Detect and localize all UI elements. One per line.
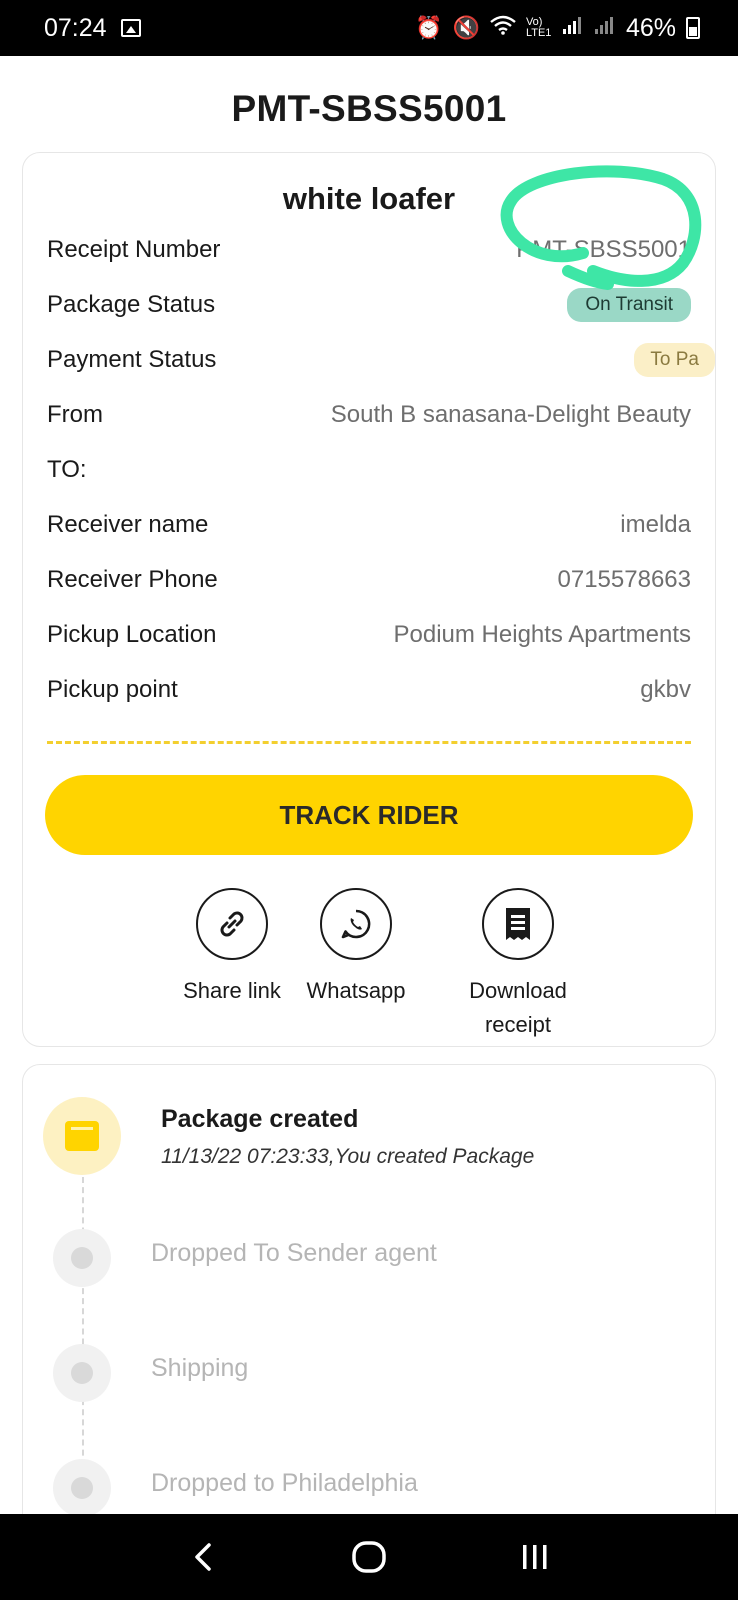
- whatsapp-icon[interactable]: [320, 888, 392, 960]
- payment-status-row: Payment Status To Pa: [47, 340, 715, 380]
- row-label: Receiver Phone: [47, 566, 218, 593]
- row-label: Receiver name: [47, 511, 209, 538]
- system-nav-bar: [0, 1514, 738, 1600]
- home-icon[interactable]: [339, 1527, 399, 1587]
- pickup-location-row: Pickup Location Podium Heights Apartment…: [47, 615, 691, 655]
- track-rider-button[interactable]: TRACK RIDER: [45, 775, 693, 855]
- timeline-step-subtitle: 11/13/22 07:23:33,You created Package: [161, 1145, 535, 1168]
- timeline-step-title: Dropped to Philadelphia: [151, 1469, 418, 1497]
- timeline-step-title: Package created: [161, 1105, 359, 1133]
- dashed-divider: [47, 741, 691, 744]
- pending-dot-icon: [53, 1344, 111, 1402]
- gallery-notification-icon: [120, 19, 141, 37]
- row-label: Receipt Number: [47, 236, 221, 263]
- wifi-icon: [490, 15, 516, 41]
- pending-dot-icon: [53, 1229, 111, 1287]
- network-type-label: Vo) LTE1: [525, 16, 552, 39]
- pickup-location-value: Podium Heights Apartments: [393, 621, 691, 648]
- timeline-step-title: Shipping: [151, 1354, 249, 1382]
- share-link-action[interactable]: Share link: [167, 888, 297, 1008]
- mute-icon: 🔇: [452, 15, 480, 40]
- pending-dot-icon: [53, 1459, 111, 1517]
- row-label: Payment Status: [47, 346, 217, 373]
- package-icon-wrap: [43, 1097, 121, 1175]
- battery-icon: [686, 17, 700, 39]
- status-bar: 07:24 ⏰ 🔇 Vo) LTE1 46%: [0, 0, 738, 56]
- from-value: South B sanasana-Delight Beauty: [330, 401, 691, 428]
- row-label: Package Status: [47, 291, 216, 318]
- battery-percent: 46%: [625, 13, 676, 42]
- payment-status-badge: To Pa: [634, 343, 715, 377]
- row-label: Pickup Location: [47, 621, 217, 648]
- receipt-number-value: PMT-SBSS5001: [516, 236, 691, 263]
- receipt-icon[interactable]: [482, 888, 554, 960]
- link-icon[interactable]: [196, 888, 268, 960]
- clock: 07:24: [44, 13, 107, 42]
- tracking-timeline-card: Package created 11/13/22 07:23:33,You cr…: [22, 1064, 716, 1544]
- back-icon[interactable]: [173, 1527, 233, 1587]
- row-label: TO:: [47, 456, 87, 483]
- receiver-name-value: imelda: [620, 511, 691, 538]
- alarm-icon: ⏰: [415, 15, 443, 40]
- recent-apps-icon[interactable]: [505, 1527, 565, 1587]
- receipt-number-row: Receipt Number PMT-SBSS5001: [47, 230, 691, 270]
- receiver-name-row: Receiver name imelda: [47, 505, 691, 545]
- from-row: From South B sanasana-Delight Beauty: [47, 395, 691, 435]
- package-details-card: white loafer Receipt Number PMT-SBSS5001…: [22, 152, 716, 1047]
- signal-icon-2: [594, 15, 616, 41]
- share-link-label: Share link: [183, 978, 281, 1003]
- pickup-point-value: gkbv: [640, 676, 691, 703]
- page-title: PMT-SBSS5001: [231, 88, 507, 129]
- package-box-icon: [65, 1121, 99, 1151]
- receiver-phone-value: 0715578663: [557, 566, 691, 593]
- whatsapp-action[interactable]: Whatsapp: [291, 888, 421, 1008]
- pickup-point-row: Pickup point gkbv: [47, 670, 691, 710]
- to-row: TO:: [47, 450, 691, 490]
- signal-icon: [562, 15, 584, 41]
- receiver-phone-row: Receiver Phone 0715578663: [47, 560, 691, 600]
- download-receipt-label: Download receipt: [469, 978, 567, 1037]
- item-name: white loafer: [282, 181, 456, 216]
- download-receipt-action[interactable]: Download receipt: [453, 888, 583, 1042]
- package-status-badge: On Transit: [567, 288, 691, 322]
- timeline-step-title: Dropped To Sender agent: [151, 1239, 437, 1267]
- package-status-row: Package Status On Transit: [47, 285, 691, 325]
- row-label: From: [47, 401, 103, 428]
- row-label: Pickup point: [47, 676, 178, 703]
- whatsapp-label: Whatsapp: [306, 978, 406, 1003]
